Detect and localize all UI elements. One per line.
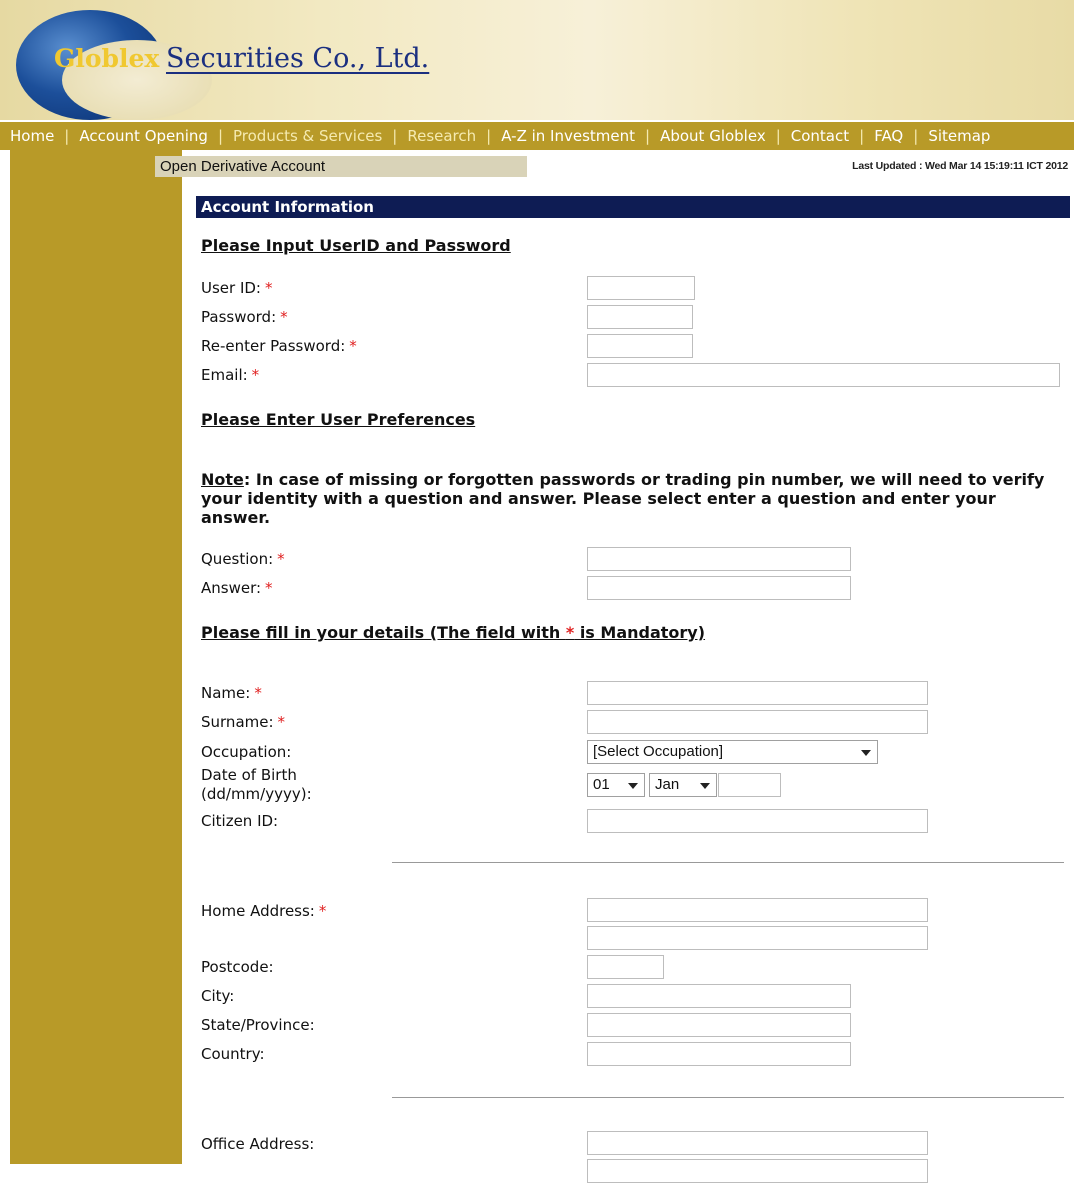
divider bbox=[392, 862, 1064, 863]
divider bbox=[392, 1097, 1064, 1098]
chevron-down-icon bbox=[700, 783, 710, 789]
country-input[interactable] bbox=[587, 1042, 851, 1066]
required-mark: * bbox=[265, 279, 273, 297]
city-input[interactable] bbox=[587, 984, 851, 1008]
home-address-input-2[interactable] bbox=[587, 926, 928, 950]
user-id-label: User ID: * bbox=[201, 279, 273, 297]
nav-item-faq[interactable]: FAQ bbox=[864, 127, 913, 145]
nav-item-a-z-in-investment[interactable]: A-Z in Investment bbox=[491, 127, 645, 145]
reenter-password-input[interactable] bbox=[587, 334, 693, 358]
home-address-label: Home Address: * bbox=[201, 902, 327, 920]
nav-item-home[interactable]: Home bbox=[0, 127, 64, 145]
citizen-id-label: Citizen ID: bbox=[201, 812, 279, 830]
chevron-down-icon bbox=[861, 750, 871, 756]
note-body: : In case of missing or forgotten passwo… bbox=[201, 470, 1045, 527]
required-mark: * bbox=[318, 902, 327, 920]
dob-label: Date of Birth (dd/mm/yyyy): bbox=[201, 766, 312, 803]
answer-label: Answer: * bbox=[201, 579, 273, 597]
occupation-value: [Select Occupation] bbox=[593, 743, 724, 760]
chevron-down-icon bbox=[628, 783, 638, 789]
note-prefix: Note bbox=[201, 470, 244, 489]
occupation-select[interactable]: [Select Occupation] bbox=[587, 740, 878, 764]
citizen-id-input[interactable] bbox=[587, 809, 928, 833]
question-input[interactable] bbox=[587, 547, 851, 571]
details-heading: Please fill in your details (The field w… bbox=[201, 623, 706, 642]
city-label: City: bbox=[201, 987, 235, 1005]
question-label: Question: * bbox=[201, 550, 285, 568]
preferences-heading: Please Enter User Preferences bbox=[201, 410, 476, 429]
nav-item-research[interactable]: Research bbox=[397, 127, 486, 145]
userid-heading: Please Input UserID and Password bbox=[201, 236, 511, 255]
name-input[interactable] bbox=[587, 681, 928, 705]
home-address-input-1[interactable] bbox=[587, 898, 928, 922]
note-text: Note: In case of missing or forgotten pa… bbox=[201, 470, 1061, 527]
occupation-label: Occupation: bbox=[201, 743, 292, 761]
postcode-label: Postcode: bbox=[201, 958, 274, 976]
required-mark: * bbox=[565, 623, 575, 642]
section-header: Account Information bbox=[196, 196, 1070, 218]
required-mark: * bbox=[277, 713, 286, 731]
dob-day-select[interactable]: 01 bbox=[587, 773, 645, 797]
office-address-input-1[interactable] bbox=[587, 1131, 928, 1155]
postcode-input[interactable] bbox=[587, 955, 664, 979]
dob-year-input[interactable] bbox=[718, 773, 781, 797]
required-mark: * bbox=[254, 684, 262, 702]
logo-company-name[interactable]: Securities Co., Ltd. bbox=[166, 43, 429, 74]
password-input[interactable] bbox=[587, 305, 693, 329]
last-updated-text: Last Updated : Wed Mar 14 15:19:11 ICT 2… bbox=[852, 160, 1068, 172]
email-input[interactable] bbox=[587, 363, 1060, 387]
password-label: Password: * bbox=[201, 308, 288, 326]
dob-month-value: Jan bbox=[655, 776, 680, 793]
site-header: Globlex Securities Co., Ltd. bbox=[0, 0, 1074, 120]
surname-label: Surname: * bbox=[201, 713, 286, 731]
dob-day-value: 01 bbox=[593, 776, 610, 793]
reenter-password-label: Re-enter Password: * bbox=[201, 337, 357, 355]
office-address-input-2[interactable] bbox=[587, 1159, 928, 1183]
nav-item-products-services[interactable]: Products & Services bbox=[223, 127, 392, 145]
nav-item-account-opening[interactable]: Account Opening bbox=[69, 127, 218, 145]
country-label: Country: bbox=[201, 1045, 265, 1063]
name-label: Name: * bbox=[201, 684, 262, 702]
required-mark: * bbox=[280, 308, 288, 326]
logo-brand[interactable]: Globlex bbox=[54, 44, 159, 73]
state-input[interactable] bbox=[587, 1013, 851, 1037]
nav-item-contact[interactable]: Contact bbox=[781, 127, 859, 145]
dob-month-select[interactable]: Jan bbox=[649, 773, 717, 797]
left-sidebar bbox=[10, 150, 182, 1164]
surname-input[interactable] bbox=[587, 710, 928, 734]
required-mark: * bbox=[349, 337, 357, 355]
office-address-label: Office Address: bbox=[201, 1135, 315, 1153]
nav-item-sitemap[interactable]: Sitemap bbox=[918, 127, 1000, 145]
nav-item-about-globlex[interactable]: About Globlex bbox=[650, 127, 776, 145]
answer-input[interactable] bbox=[587, 576, 851, 600]
state-label: State/Province: bbox=[201, 1016, 315, 1034]
required-mark: * bbox=[277, 550, 285, 568]
page-subtitle: Open Derivative Account bbox=[155, 156, 527, 177]
email-label: Email: * bbox=[201, 366, 260, 384]
user-id-input[interactable] bbox=[587, 276, 695, 300]
required-mark: * bbox=[265, 579, 273, 597]
main-nav: Home | Account Opening | Products & Services… bbox=[0, 122, 1074, 150]
required-mark: * bbox=[251, 366, 260, 384]
